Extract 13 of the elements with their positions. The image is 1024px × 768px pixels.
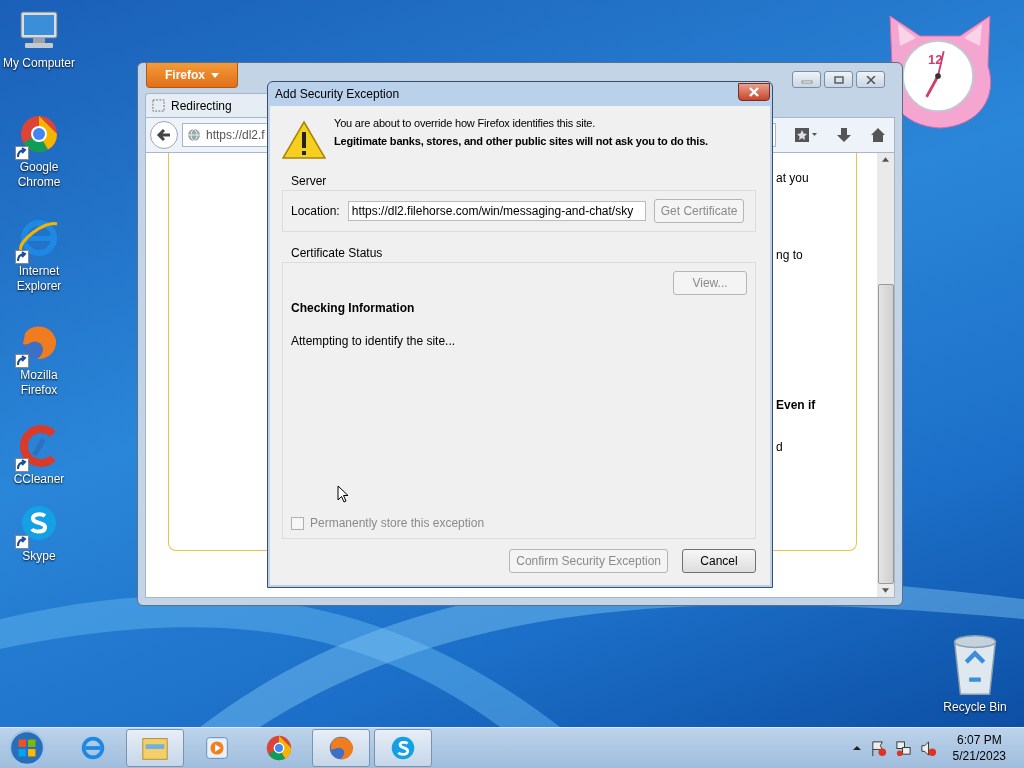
dialog-title: Add Security Exception xyxy=(275,87,400,101)
clock-numeral: 12 xyxy=(928,52,943,67)
status-heading: Checking Information xyxy=(291,301,416,315)
status-message: Attempting to identify the site... xyxy=(291,334,457,348)
page-text: ng to xyxy=(776,248,804,262)
location-label: Location: xyxy=(291,204,340,218)
warning-text: Legitimate banks, stores, and other public sites will not ask you to do this. xyxy=(334,135,708,147)
page-text: at you xyxy=(776,171,810,185)
page-text: d xyxy=(776,440,784,454)
group-legend: Certificate Status xyxy=(291,246,756,260)
group-legend: Server xyxy=(291,174,756,188)
warning-text: You are about to override how Firefox identifies this site. xyxy=(334,117,597,129)
page-text: Even if xyxy=(776,398,817,412)
